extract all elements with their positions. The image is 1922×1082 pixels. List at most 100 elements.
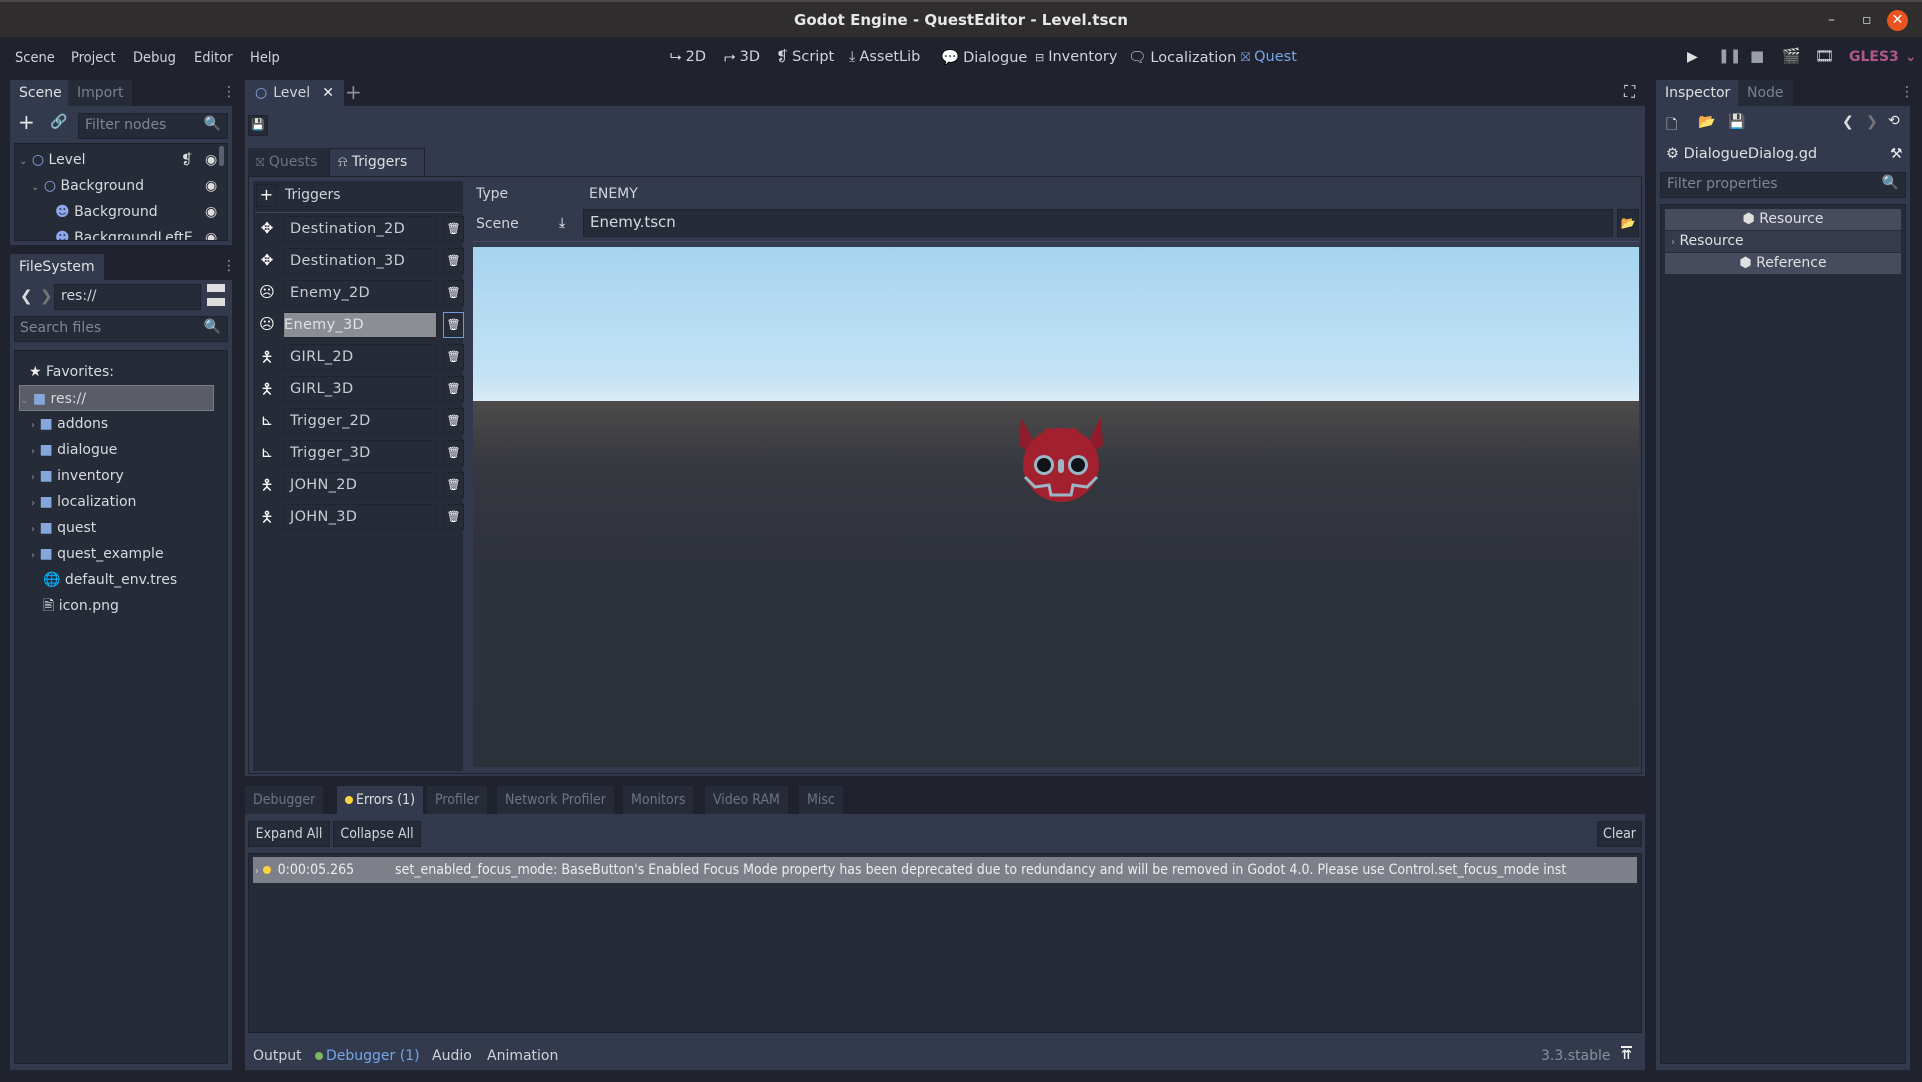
menu-debug[interactable]: Debug xyxy=(133,50,176,66)
split-view-icon[interactable] xyxy=(207,284,225,306)
tab-video-ram[interactable]: Video RAM xyxy=(705,786,788,814)
dock-menu-icon[interactable]: ⋮ xyxy=(1900,84,1914,100)
edited-resource[interactable]: ⚙ DialogueDialog.gd xyxy=(1666,146,1817,162)
stop-button[interactable]: ■ xyxy=(1750,47,1764,65)
scene-preview-viewport[interactable] xyxy=(473,247,1639,767)
path-input[interactable]: res:// xyxy=(54,284,201,310)
instance-scene-button[interactable]: 🔗 xyxy=(50,114,67,130)
delete-trigger-icon[interactable]: 🗑 xyxy=(443,504,464,530)
workspace-2d[interactable]: ⮡ 2D xyxy=(670,49,706,65)
play-button[interactable]: ▶ xyxy=(1687,49,1698,65)
tree-node-background-left[interactable]: ☻ BackgroundLeftE ◉ xyxy=(55,225,225,240)
file-icon-png[interactable]: 🖹 icon.png xyxy=(43,593,119,619)
folder-quest-example[interactable]: › ■ quest_example xyxy=(31,541,164,567)
delete-trigger-icon[interactable]: 🗑 xyxy=(443,376,464,402)
save-button[interactable]: 💾 xyxy=(248,115,268,136)
trigger-item[interactable]: 🯅 JOHN_2D 🗑 xyxy=(253,470,464,500)
history-icon[interactable]: ⟲ xyxy=(1888,113,1900,129)
close-window-button[interactable]: ✕ xyxy=(1887,10,1908,31)
tab-import[interactable]: Import xyxy=(68,80,133,106)
delete-trigger-icon[interactable]: 🗑 xyxy=(443,472,464,498)
collapse-all-button[interactable]: Collapse All xyxy=(333,821,421,847)
tab-inspector[interactable]: Inspector xyxy=(1656,80,1740,106)
delete-trigger-icon[interactable]: 🗑 xyxy=(443,280,464,306)
workspace-localization[interactable]: 🗨 Localization xyxy=(1128,49,1236,67)
workspace-dialogue[interactable]: 💬 Dialogue xyxy=(941,49,1027,67)
trigger-item[interactable]: 🯅 GIRL_2D 🗑 xyxy=(253,342,464,372)
trigger-item[interactable]: ⊾ Trigger_3D 🗑 xyxy=(253,438,464,468)
tab-debugger[interactable]: Debugger xyxy=(245,786,324,814)
tab-quests[interactable]: ⛝ Quests xyxy=(248,148,329,176)
trigger-item[interactable]: 🯅 GIRL_3D 🗑 xyxy=(253,374,464,404)
object-properties-icon[interactable]: ⚒ xyxy=(1890,146,1903,162)
bottom-tab-animation[interactable]: Animation xyxy=(487,1048,558,1064)
clear-button[interactable]: Clear xyxy=(1597,821,1642,847)
expand-all-button[interactable]: Expand All xyxy=(248,821,330,847)
filter-nodes-input[interactable]: Filter nodes 🔍 xyxy=(78,113,228,139)
folder-addons[interactable]: › ■ addons xyxy=(31,411,108,437)
add-trigger-button[interactable]: + xyxy=(256,184,277,207)
delete-trigger-icon[interactable]: 🗑 xyxy=(443,216,464,242)
renderer-select[interactable]: GLES3 ⌄ xyxy=(1849,49,1917,65)
tree-node-background-sprite[interactable]: ☻ Background ◉ xyxy=(55,199,225,225)
scene-path-input[interactable]: Enemy.tscn xyxy=(583,209,1613,237)
tab-network-profiler[interactable]: Network Profiler xyxy=(497,786,614,814)
folder-localization[interactable]: › ■ localization xyxy=(31,489,136,515)
delete-trigger-icon[interactable]: 🗑 xyxy=(443,248,464,274)
dock-menu-icon[interactable]: ⋮ xyxy=(222,258,236,274)
error-row[interactable]: › 0:00:05.265 set_enabled_focus_mode: Ba… xyxy=(253,857,1637,883)
trigger-item[interactable]: ☹ Enemy_2D 🗑 xyxy=(253,278,464,308)
download-icon[interactable]: ⤓ xyxy=(559,215,565,231)
play-scene-button[interactable]: 🎬 xyxy=(1782,47,1801,65)
trigger-item[interactable]: ✥ Destination_3D 🗑 xyxy=(253,246,464,276)
tab-errors[interactable]: Errors (1) xyxy=(337,786,424,814)
new-tab-button[interactable]: + xyxy=(345,80,362,104)
file-root[interactable]: ⌄ ■ res:// xyxy=(19,385,214,411)
tab-profiler[interactable]: Profiler xyxy=(427,786,488,814)
folder-dialogue[interactable]: › ■ dialogue xyxy=(31,437,117,463)
tree-node-level[interactable]: ⌄ ○ Level ❡ ◉ xyxy=(19,147,219,173)
folder-inventory[interactable]: › ■ inventory xyxy=(31,463,124,489)
play-custom-scene-button[interactable]: 🎞 xyxy=(1815,47,1834,65)
folder-quest[interactable]: › ■ quest xyxy=(31,515,96,541)
expand-icon[interactable]: › xyxy=(255,866,259,877)
tab-monitors[interactable]: Monitors xyxy=(623,786,694,814)
open-scene-button[interactable]: 📂 xyxy=(1617,209,1639,237)
open-folder-icon[interactable]: 📂 xyxy=(1698,114,1715,130)
bottom-tab-audio[interactable]: Audio xyxy=(432,1048,472,1064)
search-files-input[interactable]: Search files 🔍 xyxy=(14,316,228,342)
forward-button[interactable]: ❯ xyxy=(40,287,53,305)
history-back-icon[interactable]: ❮ xyxy=(1842,114,1854,130)
bottom-tab-output[interactable]: Output xyxy=(253,1048,302,1064)
scene-tab-level[interactable]: ○ Level ✕ xyxy=(245,80,344,106)
visibility-icon[interactable]: ◉ xyxy=(205,173,217,199)
menu-project[interactable]: Project xyxy=(71,50,116,66)
delete-trigger-icon[interactable]: 🗑 xyxy=(443,440,464,466)
workspace-script[interactable]: ❡ Script xyxy=(776,49,834,65)
delete-trigger-icon[interactable]: 🗑 xyxy=(443,312,464,338)
trigger-item[interactable]: ✥ Destination_2D 🗑 xyxy=(253,214,464,244)
trigger-item[interactable]: ⊾ Trigger_2D 🗑 xyxy=(253,406,464,436)
tab-triggers[interactable]: ⍾ Triggers xyxy=(329,148,425,176)
visibility-icon[interactable]: ◉ xyxy=(205,199,217,225)
file-default-env[interactable]: 🌐 default_env.tres xyxy=(43,567,177,593)
visibility-icon[interactable]: ◉ xyxy=(205,225,217,240)
workspace-inventory[interactable]: ⊟ Inventory xyxy=(1035,49,1117,65)
dock-menu-icon[interactable]: ⋮ xyxy=(222,84,236,100)
back-button[interactable]: ❮ xyxy=(20,287,33,305)
filter-properties-input[interactable]: Filter properties 🔍 xyxy=(1660,172,1906,198)
pause-button[interactable]: ❚❚ xyxy=(1718,48,1741,64)
delete-trigger-icon[interactable]: 🗑 xyxy=(443,408,464,434)
workspace-assetlib[interactable]: ⤓ AssetLib xyxy=(849,49,920,65)
menu-help[interactable]: Help xyxy=(250,50,280,66)
expand-panel-icon[interactable]: ⇈ xyxy=(1621,1046,1632,1062)
scrollbar[interactable] xyxy=(219,146,224,166)
delete-trigger-icon[interactable]: 🗑 xyxy=(443,344,464,370)
tab-node[interactable]: Node xyxy=(1738,80,1793,106)
visibility-icon[interactable]: ◉ xyxy=(205,147,217,173)
tree-node-background[interactable]: ⌄ ○ Background ◉ xyxy=(31,173,221,199)
bottom-tab-debugger[interactable]: Debugger (1) xyxy=(315,1048,420,1064)
menu-editor[interactable]: Editor xyxy=(194,50,233,66)
menu-scene[interactable]: Scene xyxy=(15,50,55,66)
group-resource[interactable]: › Resource xyxy=(1665,231,1901,252)
